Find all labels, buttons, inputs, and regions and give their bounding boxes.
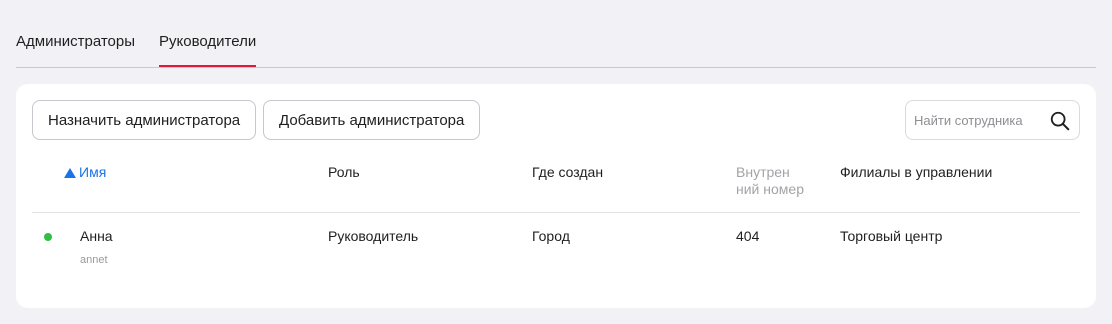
column-header-extension-line1: Внутрен — [736, 164, 790, 180]
column-header-branches: Филиалы в управлении — [840, 164, 993, 180]
column-header-role: Роль — [328, 164, 360, 180]
column-header-extension: Внутрен ний номер — [736, 164, 816, 198]
row-login: annet — [80, 254, 108, 266]
search-input[interactable] — [906, 101, 1046, 139]
column-header-created: Где создан — [532, 164, 604, 180]
tab-administrators[interactable]: Администраторы — [16, 33, 135, 50]
row-created: Город — [532, 228, 570, 244]
managers-card: Назначить администратора Добавить админи… — [16, 84, 1096, 308]
sort-ascending-icon — [64, 168, 76, 178]
tab-managers[interactable]: Руководители — [159, 33, 257, 67]
assign-admin-button[interactable]: Назначить администратора — [32, 100, 257, 140]
tabs-bar: Администраторы Руководители — [16, 0, 1096, 68]
search-icon[interactable] — [1049, 110, 1071, 132]
row-extension: 404 — [736, 228, 760, 244]
row-role: Руководитель — [328, 228, 419, 244]
header-divider — [32, 212, 1080, 213]
add-admin-button[interactable]: Добавить администратора — [263, 100, 481, 140]
column-header-name-label: Имя — [79, 164, 107, 180]
column-header-name[interactable]: Имя — [64, 164, 106, 181]
online-status-icon — [44, 233, 52, 241]
row-branches: Торговый центр — [840, 228, 943, 244]
column-header-extension-line2: ний номер — [736, 181, 804, 197]
row-name: Анна — [80, 228, 113, 244]
search-box — [905, 100, 1080, 140]
